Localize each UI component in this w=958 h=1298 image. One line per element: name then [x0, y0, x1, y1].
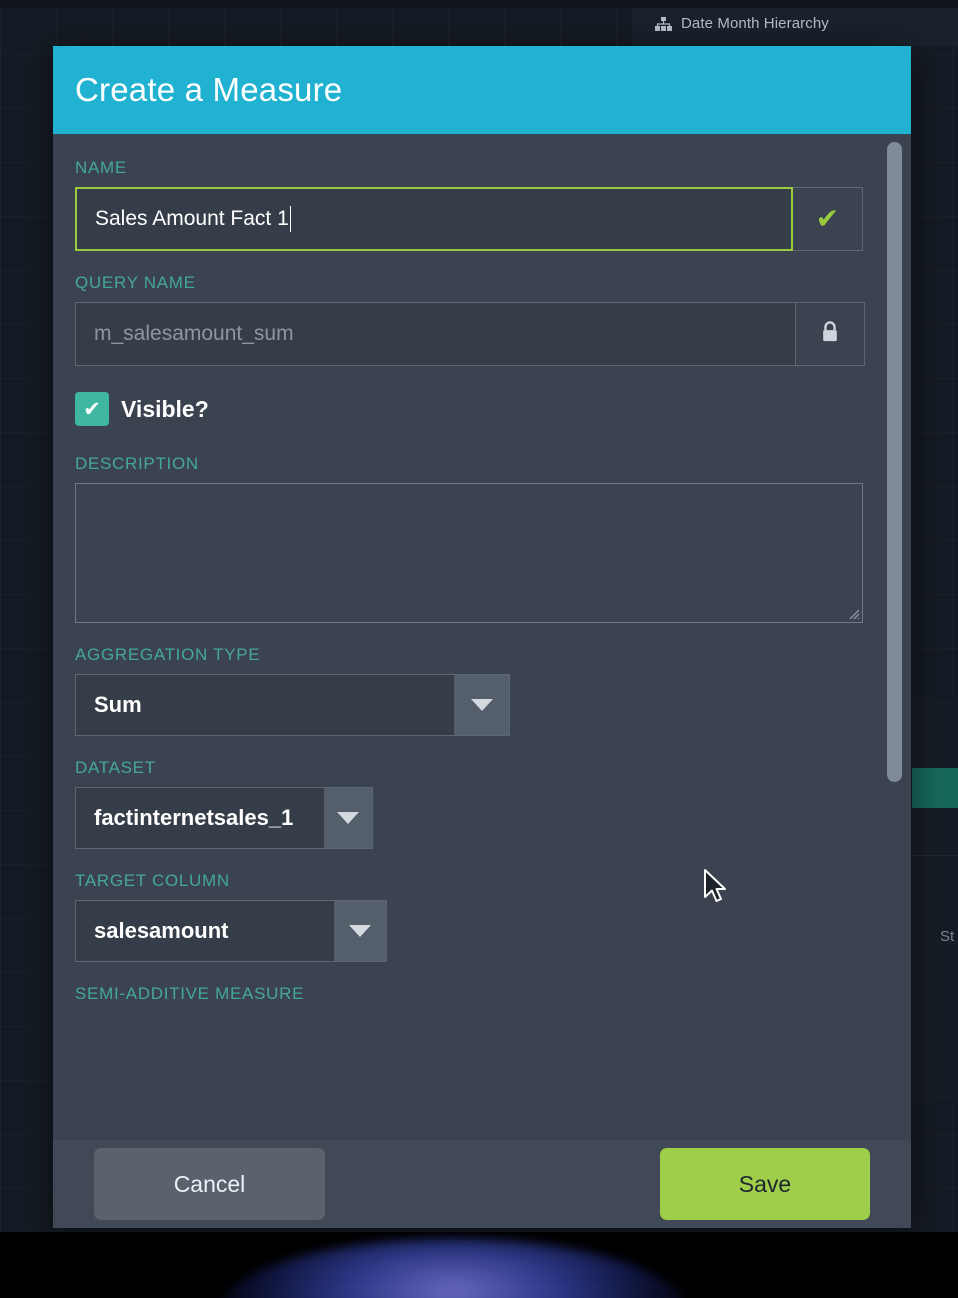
- field-semi-additive-measure: SEMI-ADDITIVE MEASURE: [75, 984, 865, 1004]
- checkbox-check-icon: ✔: [83, 397, 101, 421]
- target-column-value: salesamount: [76, 901, 334, 961]
- check-icon: ✔: [815, 203, 840, 234]
- chevron-down-icon: [349, 925, 371, 937]
- field-description: DESCRIPTION: [75, 454, 865, 623]
- target-column-dropdown-button[interactable]: [334, 901, 386, 961]
- background-right-panel-label: St: [940, 928, 955, 945]
- dataset-value: factinternetsales_1: [76, 788, 324, 848]
- name-input[interactable]: Sales Amount Fact 1: [75, 187, 793, 251]
- dataset-dropdown-button[interactable]: [324, 788, 372, 848]
- background-glow: [218, 1238, 688, 1298]
- field-aggregation-type: AGGREGATION TYPE Sum: [75, 645, 865, 736]
- semi-additive-measure-label: SEMI-ADDITIVE MEASURE: [75, 984, 305, 1003]
- field-name: NAME Sales Amount Fact 1 ✔: [75, 158, 865, 251]
- background-node-date-month-hierarchy[interactable]: Date Month Hierarchy: [655, 15, 829, 32]
- background-right-teal-block: [912, 768, 958, 808]
- name-input-row: Sales Amount Fact 1 ✔: [75, 187, 865, 251]
- name-valid-adornment: ✔: [793, 187, 863, 251]
- aggregation-type-dropdown-button[interactable]: [454, 675, 509, 735]
- description-textarea[interactable]: [75, 483, 863, 623]
- dataset-label: DATASET: [75, 758, 156, 777]
- dialog-title: Create a Measure: [75, 71, 343, 108]
- resize-handle-icon[interactable]: [846, 606, 860, 620]
- lock-icon: [820, 320, 840, 349]
- field-visible[interactable]: ✔ Visible?: [75, 392, 865, 426]
- visible-checkbox[interactable]: ✔: [75, 392, 109, 426]
- save-button[interactable]: Save: [660, 1148, 870, 1220]
- chevron-down-icon: [470, 699, 493, 711]
- text-caret: [289, 206, 291, 232]
- target-column-select[interactable]: salesamount: [75, 900, 387, 962]
- field-target-column: TARGET COLUMN salesamount: [75, 871, 865, 962]
- dialog-footer: Cancel Save: [53, 1140, 911, 1228]
- dataset-select[interactable]: factinternetsales_1: [75, 787, 373, 849]
- hierarchy-icon: [655, 16, 672, 31]
- query-name-label: QUERY NAME: [75, 273, 196, 292]
- dialog-body: NAME Sales Amount Fact 1 ✔ QUERY NAME m_…: [53, 134, 911, 1140]
- query-name-lock-adornment[interactable]: [795, 302, 865, 366]
- field-query-name: QUERY NAME m_salesamount_sum: [75, 273, 865, 366]
- aggregation-type-select[interactable]: Sum: [75, 674, 510, 736]
- name-label: NAME: [75, 158, 127, 177]
- dialog-header: Create a Measure: [53, 46, 911, 134]
- description-label: DESCRIPTION: [75, 454, 199, 473]
- cancel-button[interactable]: Cancel: [94, 1148, 325, 1220]
- target-column-label: TARGET COLUMN: [75, 871, 230, 890]
- visible-label: Visible?: [121, 395, 209, 422]
- query-name-input[interactable]: m_salesamount_sum: [75, 302, 796, 366]
- field-dataset: DATASET factinternetsales_1: [75, 758, 865, 849]
- dialog-scrollbar-thumb[interactable]: [887, 142, 902, 782]
- chevron-down-icon: [337, 812, 359, 824]
- background-node-label: Date Month Hierarchy: [681, 15, 829, 32]
- query-name-input-row: m_salesamount_sum: [75, 302, 865, 366]
- query-name-input-value: m_salesamount_sum: [94, 322, 294, 345]
- background-topbar: [0, 0, 958, 8]
- background-bottom-strip: [0, 1232, 958, 1298]
- aggregation-type-label: AGGREGATION TYPE: [75, 645, 261, 664]
- background-right-column: [912, 700, 958, 1100]
- create-measure-dialog: Create a Measure NAME Sales Amount Fact …: [53, 46, 911, 1228]
- name-input-value: Sales Amount Fact 1: [95, 207, 289, 230]
- aggregation-type-value: Sum: [76, 675, 454, 735]
- background-right-divider: [912, 855, 958, 856]
